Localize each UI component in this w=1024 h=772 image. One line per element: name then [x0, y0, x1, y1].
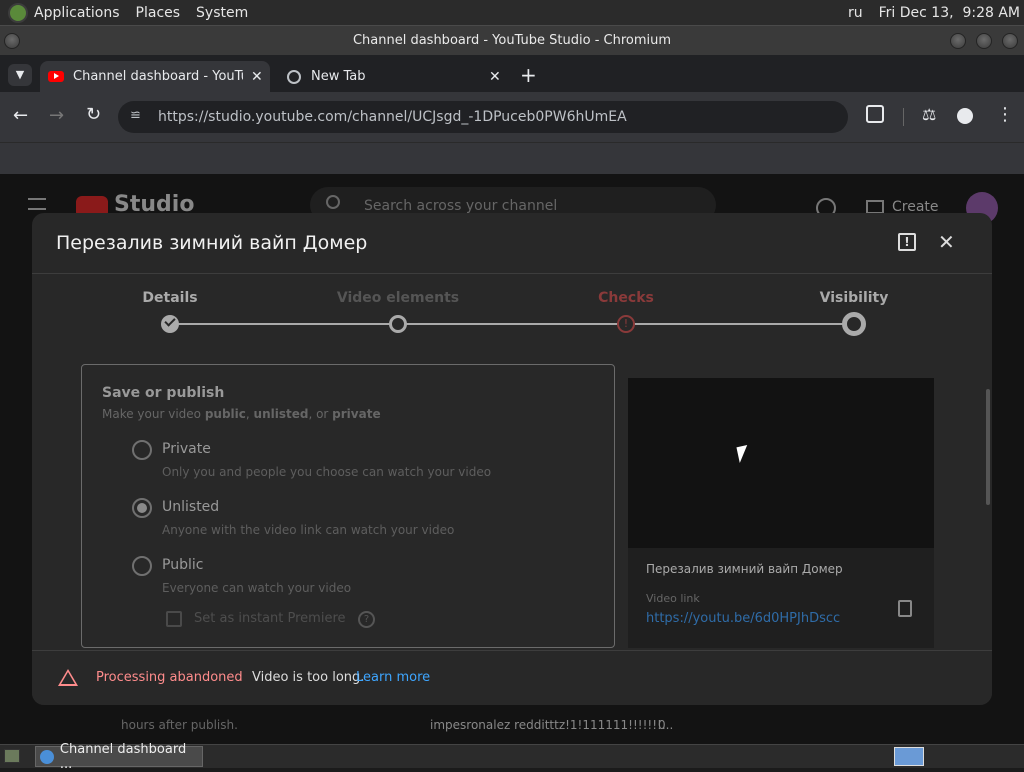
unlisted-radio[interactable] — [132, 498, 152, 518]
copy-link-icon[interactable] — [898, 600, 912, 617]
tab-strip: ▼ Channel dashboard - YouTub ✕ New Tab ✕… — [0, 55, 1024, 92]
premiere-help-icon[interactable]: ? — [358, 611, 375, 628]
labs-flask-icon[interactable]: ⚖ — [922, 105, 936, 124]
search-placeholder: Search across your channel — [364, 198, 558, 214]
video-preview-panel: Перезалив зимний вайп Домер Video link h… — [628, 378, 934, 648]
minimize-button[interactable] — [950, 33, 966, 49]
taskbar-window-label: Channel dashboard ... — [59, 741, 187, 772]
video-link[interactable]: https://youtu.be/6d0HPJhDscc — [646, 611, 840, 626]
chromium-icon — [40, 749, 54, 764]
back-arrow-icon[interactable]: ← — [13, 105, 28, 126]
toolbar-divider — [903, 108, 904, 126]
youtube-favicon-icon — [48, 71, 64, 82]
unlisted-label[interactable]: Unlisted — [162, 499, 219, 515]
site-info-icon[interactable]: ≌ — [130, 108, 141, 123]
public-radio[interactable] — [132, 556, 152, 576]
window-titlebar[interactable]: Channel dashboard - YouTube Studio - Chr… — [0, 25, 1024, 55]
window-title: Channel dashboard - YouTube Studio - Chr… — [352, 33, 672, 48]
create-icon — [866, 200, 884, 214]
forward-arrow-icon[interactable]: → — [49, 105, 64, 126]
chevron-down-icon: ▼ — [15, 68, 25, 81]
preview-video-title: Перезалив зимний вайп Домер — [646, 562, 843, 576]
bg-comment-count: 0 — [658, 718, 666, 732]
step-checks-label[interactable]: Checks — [598, 290, 654, 306]
step-details-label[interactable]: Details — [142, 290, 197, 306]
tab-title: Channel dashboard - YouTub — [73, 69, 243, 84]
menu-system[interactable]: System — [196, 5, 248, 21]
profile-avatar-icon[interactable] — [957, 108, 973, 124]
warning-triangle-icon — [58, 669, 78, 686]
step-node-visibility[interactable] — [842, 312, 866, 336]
keyboard-layout-indicator[interactable]: ru — [848, 5, 863, 21]
processing-message: Video is too long. — [252, 670, 365, 685]
new-tab-button[interactable]: + — [520, 63, 537, 87]
bg-hours-text: hours after publish. — [121, 718, 238, 732]
card-subtitle: Make your video public, unlisted, or pri… — [102, 407, 381, 421]
feedback-icon[interactable]: ! — [898, 233, 916, 251]
globe-icon — [287, 69, 301, 84]
desktop-top-panel: Applications Places System ru Fri Dec 13… — [0, 0, 1024, 25]
tab-close-icon[interactable]: ✕ — [489, 69, 501, 85]
check-icon[interactable] — [161, 315, 179, 333]
address-bar[interactable]: ≌ https://studio.youtube.com/channel/UCJ… — [118, 101, 848, 133]
processing-status: Processing abandoned — [96, 670, 243, 685]
private-description: Only you and people you choose can watch… — [162, 465, 492, 479]
taskbar-window-item[interactable]: Channel dashboard ... — [35, 742, 203, 772]
unlisted-description: Anyone with the video link can watch you… — [162, 523, 455, 537]
card-heading: Save or publish — [102, 385, 225, 401]
menu-places[interactable]: Places — [136, 5, 181, 21]
close-dialog-icon[interactable]: ✕ — [938, 230, 955, 254]
bookmarks-strip — [0, 142, 1024, 174]
tab-close-icon[interactable]: ✕ — [251, 69, 263, 85]
search-icon — [326, 195, 340, 209]
preview-scrollbar[interactable] — [986, 389, 990, 505]
distro-logo-icon[interactable] — [8, 2, 28, 23]
dialog-title: Перезалив зимний вайп Домер — [56, 232, 368, 254]
desktop-taskbar: Channel dashboard ... — [0, 742, 1024, 772]
public-description: Everyone can watch your video — [162, 581, 352, 595]
tray-chromium-icon[interactable] — [894, 747, 924, 766]
save-or-publish-card: Save or publish Make your video public, … — [81, 364, 615, 648]
hamburger-menu-icon[interactable] — [28, 198, 46, 210]
clock[interactable]: Fri Dec 13, 9:28 AM — [879, 5, 1020, 21]
warning-node-icon[interactable]: ! — [617, 315, 635, 333]
reload-icon[interactable]: ↻ — [86, 104, 101, 125]
tab-search-button[interactable]: ▼ — [8, 64, 32, 86]
video-link-label: Video link — [646, 592, 700, 605]
kebab-menu-icon[interactable]: ⋮ — [996, 104, 1014, 125]
show-desktop-icon[interactable] — [4, 749, 20, 763]
bg-comment-text: impesronalez redditttz!1!111111!!!!!!!..… — [430, 718, 674, 732]
stepper-line — [170, 323, 854, 325]
private-radio[interactable] — [132, 440, 152, 460]
menu-applications[interactable]: Applications — [34, 5, 120, 21]
maximize-button[interactable] — [976, 33, 992, 49]
dialog-footer: Processing abandoned Video is too long. … — [32, 650, 992, 705]
video-player[interactable] — [628, 378, 934, 548]
step-node-video-elements[interactable] — [389, 315, 407, 333]
premiere-label: Set as instant Premiere — [194, 611, 346, 626]
close-window-button[interactable] — [1002, 33, 1018, 49]
tab-title: New Tab — [311, 69, 366, 84]
public-label[interactable]: Public — [162, 557, 203, 573]
url-text: https://studio.youtube.com/channel/UCJsg… — [158, 109, 627, 125]
private-label[interactable]: Private — [162, 441, 211, 457]
learn-more-link[interactable]: Learn more — [356, 670, 430, 685]
tab-new-tab[interactable]: New Tab ✕ — [278, 61, 508, 92]
tab-channel-dashboard[interactable]: Channel dashboard - YouTub ✕ — [40, 61, 270, 92]
step-visibility-label[interactable]: Visibility — [820, 290, 889, 306]
premiere-checkbox[interactable] — [166, 611, 182, 627]
step-video-elements-label[interactable]: Video elements — [337, 290, 459, 306]
upload-dialog: Перезалив зимний вайп Домер ! ✕ Details … — [32, 213, 992, 705]
extensions-puzzle-icon[interactable] — [866, 105, 884, 123]
